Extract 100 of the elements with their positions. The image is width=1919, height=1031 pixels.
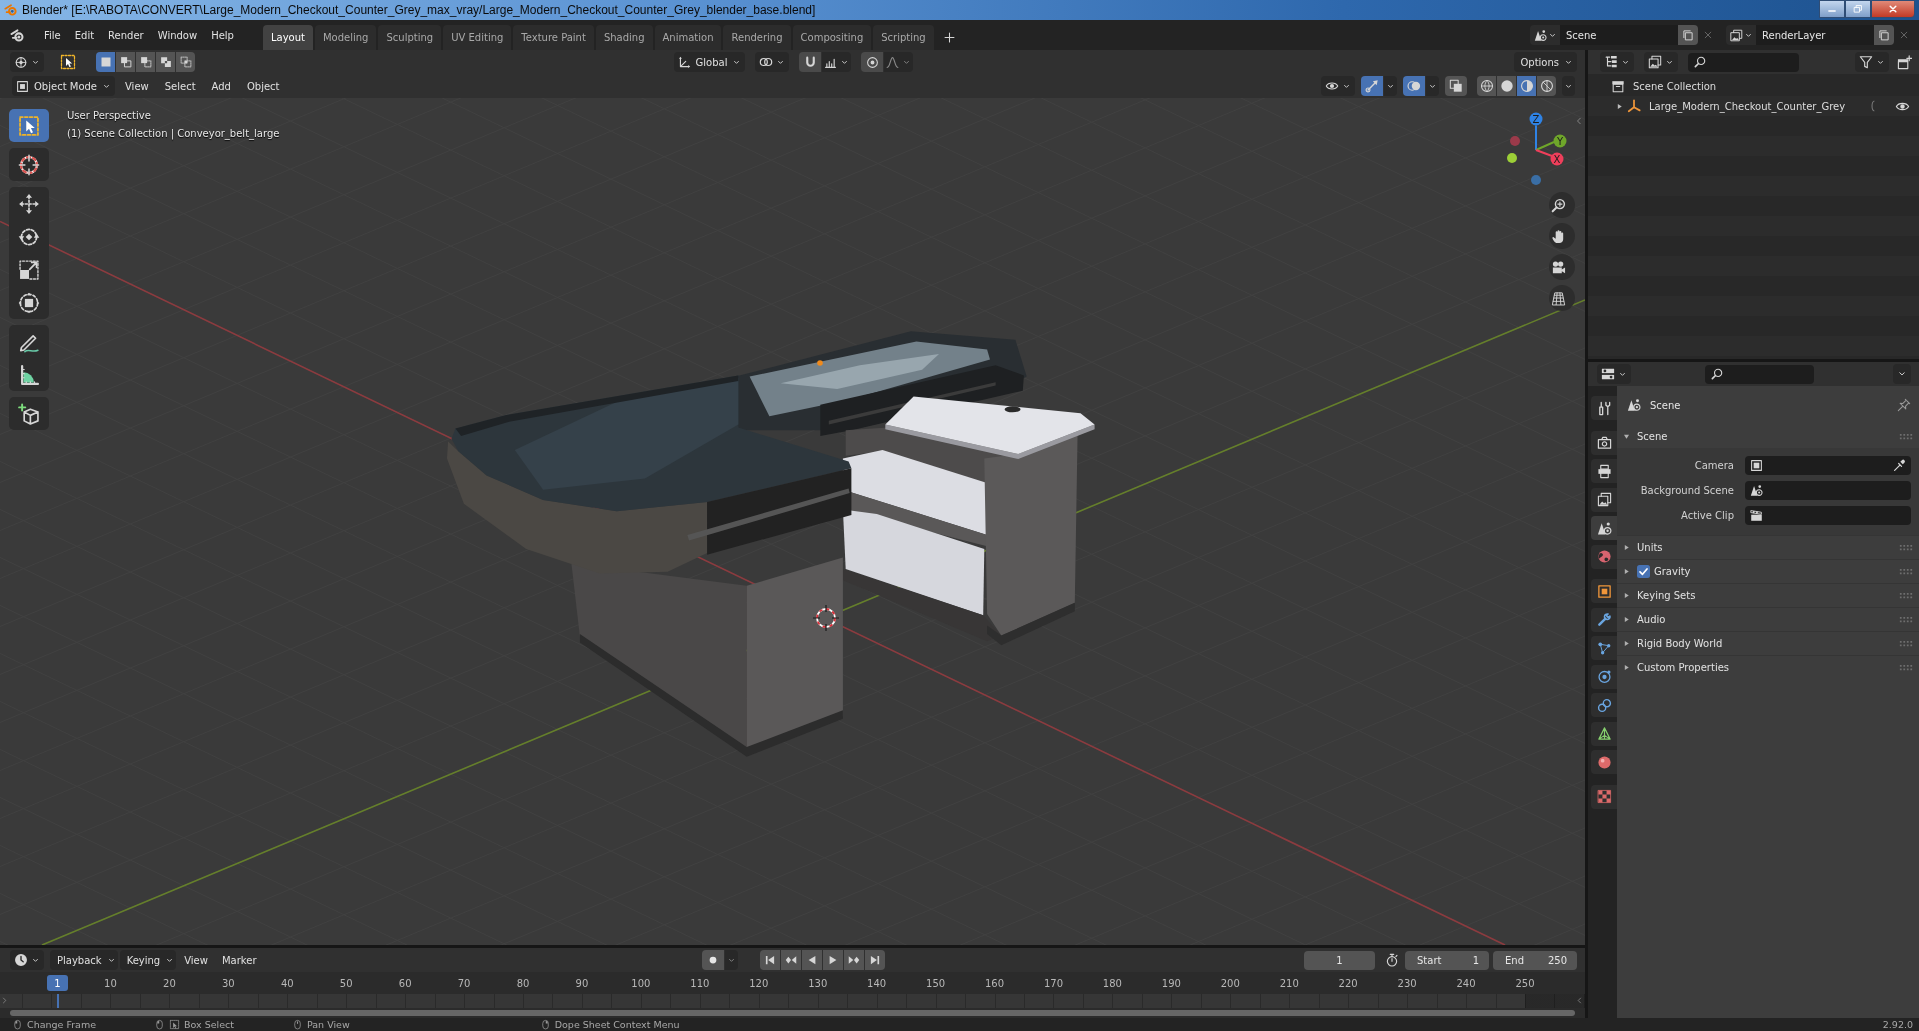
expand-arrow-icon[interactable] xyxy=(1622,543,1631,552)
outliner-item-label[interactable]: Large_Modern_Checkout_Counter_Grey xyxy=(1649,100,1846,112)
drag-handle-icon[interactable] xyxy=(1899,616,1913,623)
timeline-dropdown[interactable]: Playback xyxy=(50,950,118,970)
material-tab[interactable] xyxy=(1591,750,1617,774)
jump-to-start-button[interactable] xyxy=(760,950,780,970)
play-reverse-button[interactable] xyxy=(802,950,822,970)
end-frame-field[interactable]: End 250 xyxy=(1493,950,1577,970)
selection-mode-button[interactable] xyxy=(136,52,155,72)
next-keyframe-button[interactable] xyxy=(844,950,864,970)
material-preview-button[interactable] xyxy=(1517,76,1536,96)
menu-item[interactable]: File xyxy=(37,24,68,46)
xray-toggle[interactable] xyxy=(1445,76,1467,96)
checkbox[interactable] xyxy=(1637,565,1650,578)
add-cube-tool[interactable] xyxy=(9,397,49,430)
drag-handle-icon[interactable] xyxy=(1899,640,1913,647)
proportional-edit-toggle[interactable] xyxy=(861,52,884,72)
select-box-tool[interactable] xyxy=(9,109,49,142)
drag-handle-icon[interactable] xyxy=(1899,592,1913,599)
header-menu[interactable]: View xyxy=(178,950,214,970)
eyedropper-icon[interactable] xyxy=(1893,458,1906,472)
outliner-item-label[interactable]: Scene Collection xyxy=(1633,80,1717,92)
search-field[interactable] xyxy=(1688,52,1799,72)
jump-to-end-button[interactable] xyxy=(865,950,885,970)
blender-logo-icon[interactable] xyxy=(10,27,25,43)
clip-field[interactable] xyxy=(1745,505,1911,525)
texture-tab[interactable] xyxy=(1591,784,1617,809)
view-layer-browse-button[interactable] xyxy=(1726,25,1756,45)
cursor-tool[interactable] xyxy=(9,148,49,181)
display-filter-button[interactable] xyxy=(1644,52,1678,72)
delete-icon[interactable] xyxy=(1703,30,1713,40)
workspace-tab[interactable]: Compositing xyxy=(792,25,872,50)
selection-mode-button[interactable] xyxy=(96,52,115,72)
header-menu[interactable]: Marker xyxy=(215,950,263,970)
scene-name-field[interactable]: Scene xyxy=(1560,25,1678,45)
physics-tab[interactable] xyxy=(1591,664,1617,689)
restore-button[interactable] xyxy=(1845,0,1871,18)
drag-handle-icon[interactable] xyxy=(1899,432,1913,440)
scene-browse-button[interactable] xyxy=(1530,25,1560,45)
view-layer-name-field[interactable]: RenderLayer xyxy=(1756,25,1874,45)
menu-item[interactable]: Render xyxy=(101,24,151,46)
expand-arrow-icon[interactable] xyxy=(1622,663,1631,672)
drag-handle-icon[interactable] xyxy=(1899,568,1913,575)
editor-type-button[interactable] xyxy=(10,52,44,72)
playhead-handle[interactable]: 1 xyxy=(47,975,68,991)
expand-arrow-icon[interactable] xyxy=(1622,591,1631,600)
minimize-button[interactable] xyxy=(1819,0,1845,18)
scene-field[interactable] xyxy=(1745,480,1911,500)
timeline-dropdown[interactable]: Keying xyxy=(119,950,177,970)
3d-cursor-icon[interactable] xyxy=(812,604,840,632)
measure-tool[interactable] xyxy=(9,358,49,391)
delete-icon[interactable] xyxy=(1899,30,1909,40)
play-button[interactable] xyxy=(823,950,843,970)
camera-view-button[interactable] xyxy=(1549,254,1575,280)
workspace-tab[interactable]: Layout xyxy=(262,25,313,50)
mode-dropdown[interactable]: Object Mode xyxy=(12,76,115,96)
solid-shading-button[interactable] xyxy=(1497,76,1516,96)
workspace-tab[interactable]: Sculpting xyxy=(378,25,442,50)
mesh-data-tab[interactable] xyxy=(1591,721,1617,746)
visibility-dropdown[interactable] xyxy=(1321,76,1355,96)
new-view-layer-button[interactable] xyxy=(1874,25,1894,45)
header-menu[interactable]: Object xyxy=(240,76,286,96)
tool-settings-tab[interactable] xyxy=(1591,396,1617,420)
annotate-tool[interactable] xyxy=(9,325,49,358)
options-dropdown[interactable]: Options xyxy=(1514,52,1577,72)
header-menu[interactable]: Add xyxy=(205,76,237,96)
3d-viewport[interactable]: User Perspective (1) Scene Collection | Conveyor_belt_large Z Y X xyxy=(0,98,1585,945)
editor-type-button[interactable] xyxy=(1597,364,1631,384)
perspective-toggle-button[interactable] xyxy=(1549,285,1575,311)
rendered-shading-button[interactable] xyxy=(1537,76,1556,96)
header-menu[interactable]: Select xyxy=(158,76,202,96)
selection-mode-button[interactable] xyxy=(176,52,195,72)
search-field[interactable] xyxy=(1705,364,1814,384)
snap-target-dropdown[interactable] xyxy=(822,52,852,72)
previous-keyframe-button[interactable] xyxy=(781,950,801,970)
current-frame-field[interactable]: 1 xyxy=(1304,950,1375,970)
snap-toggle[interactable] xyxy=(799,52,822,72)
add-icon[interactable] xyxy=(943,32,955,43)
panel-title[interactable]: Scene xyxy=(1637,430,1668,442)
pin-icon[interactable] xyxy=(1897,398,1911,412)
stopwatch-icon[interactable] xyxy=(1385,953,1399,967)
gizmos-toggle[interactable] xyxy=(1361,76,1383,96)
zoom-button[interactable] xyxy=(1549,192,1575,218)
particles-tab[interactable] xyxy=(1591,636,1617,660)
header-menu[interactable]: View xyxy=(119,76,155,96)
timeline-scrollbar[interactable] xyxy=(10,1010,1575,1016)
pan-button[interactable] xyxy=(1549,223,1575,249)
drag-handle-icon[interactable] xyxy=(1899,664,1913,671)
view-layer-tab[interactable] xyxy=(1591,487,1617,512)
menu-item[interactable]: Window xyxy=(150,24,205,46)
editor-type-button[interactable] xyxy=(1600,52,1634,72)
orientation-dropdown[interactable]: Global xyxy=(673,52,746,72)
close-button[interactable] xyxy=(1871,0,1915,18)
workspace-tab[interactable]: Texture Paint xyxy=(513,25,594,50)
move-tool[interactable] xyxy=(9,187,49,220)
wireframe-shading-button[interactable] xyxy=(1477,76,1496,96)
world-tab[interactable] xyxy=(1591,544,1617,569)
menu-item[interactable]: Help xyxy=(204,24,241,46)
menu-item[interactable]: Edit xyxy=(67,24,102,46)
workspace-tab[interactable]: UV Editing xyxy=(443,25,512,50)
